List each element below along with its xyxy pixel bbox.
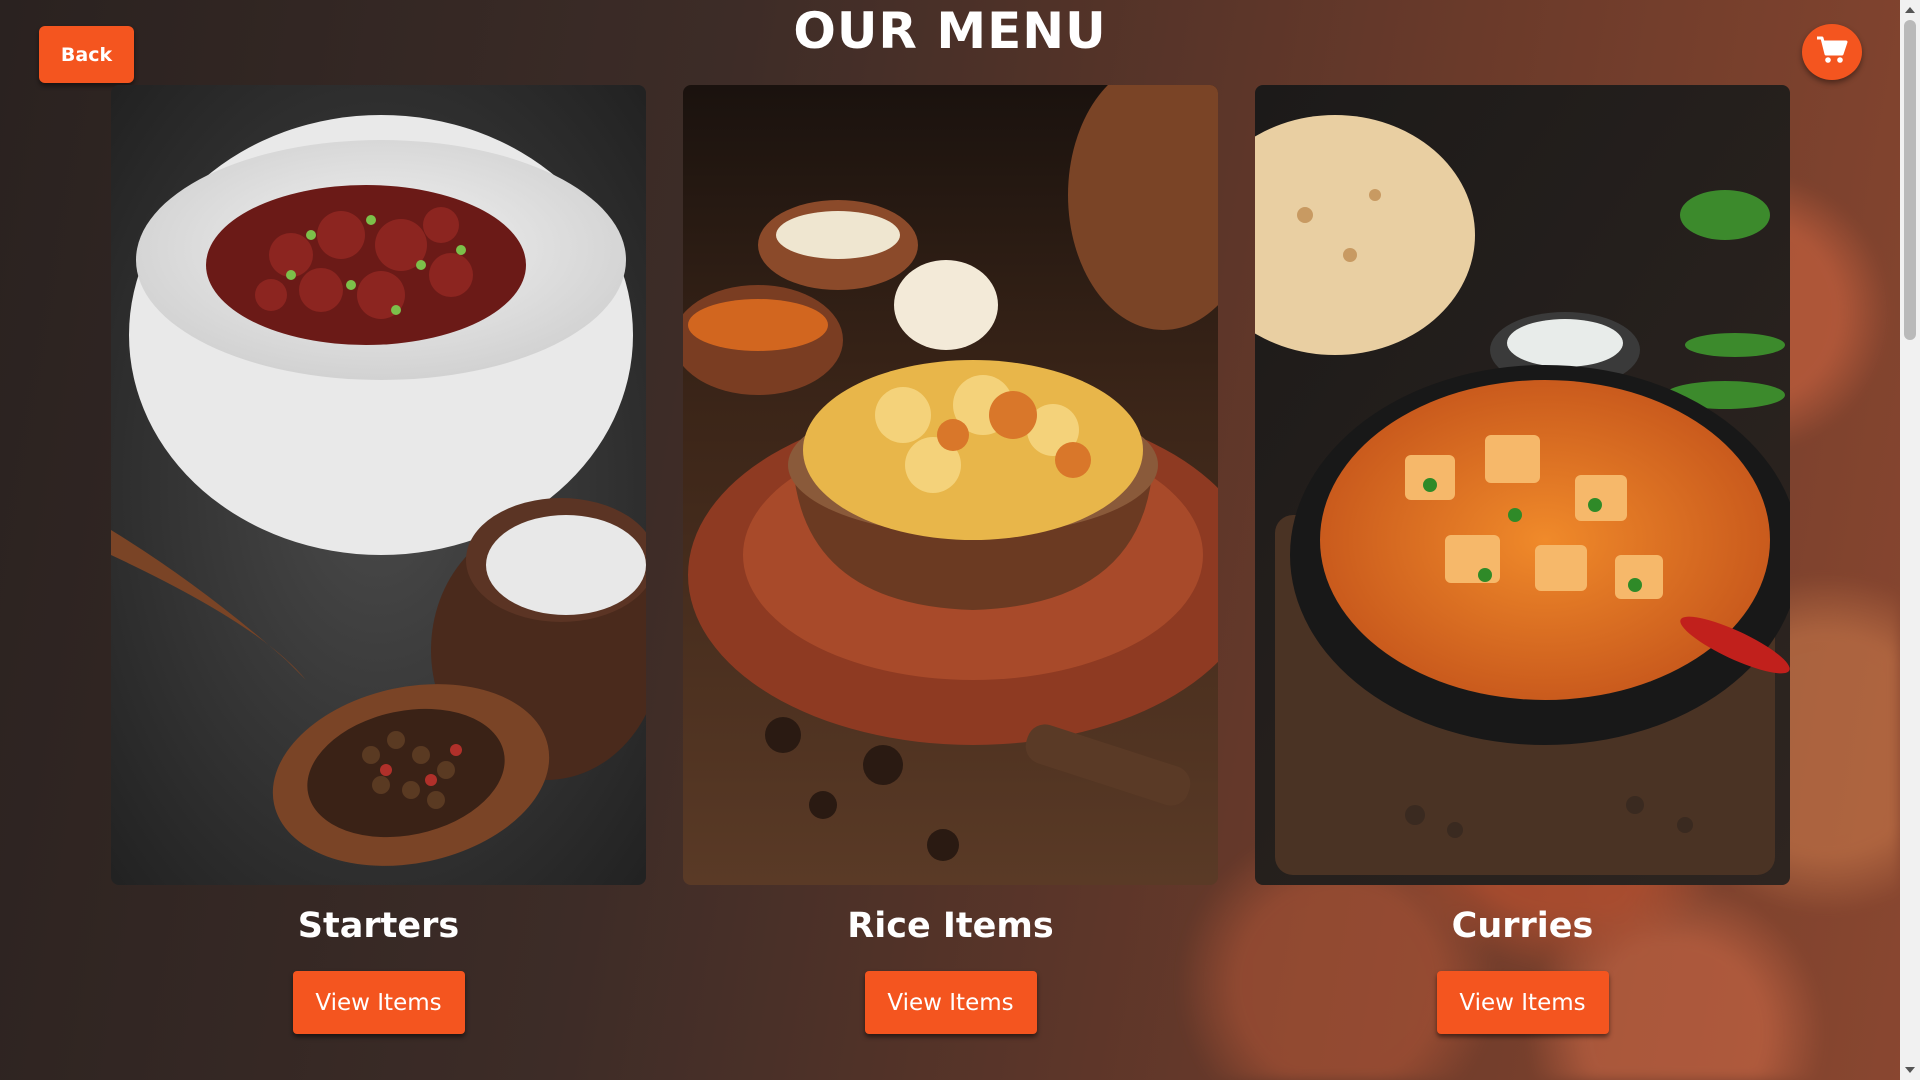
category-card-rice-items: Rice Items View Items <box>683 85 1218 1034</box>
scroll-thumb[interactable] <box>1904 20 1916 340</box>
shopping-cart-icon <box>1816 35 1848 70</box>
category-card-starters: Starters View Items <box>111 85 646 1034</box>
starters-image <box>111 85 646 885</box>
category-cards: Starters View Items Rice Items View Item… <box>111 85 1790 1034</box>
scroll-down-arrow-icon[interactable] <box>1905 1067 1915 1073</box>
scroll-up-arrow-icon[interactable] <box>1905 7 1915 13</box>
view-items-button[interactable]: View Items <box>1436 971 1609 1034</box>
vertical-scrollbar[interactable] <box>1900 0 1920 1080</box>
rice-items-image <box>683 85 1218 885</box>
view-items-button[interactable]: View Items <box>292 971 465 1034</box>
category-card-curries: Curries View Items <box>1255 85 1790 1034</box>
page-title: OUR MENU <box>793 2 1107 60</box>
card-title: Rice Items <box>847 906 1054 946</box>
card-title: Starters <box>297 906 460 946</box>
view-items-button[interactable]: View Items <box>864 971 1037 1034</box>
cart-button[interactable] <box>1802 24 1862 80</box>
card-title: Curries <box>1451 906 1594 946</box>
back-button[interactable]: Back <box>39 26 134 83</box>
curries-image <box>1255 85 1790 885</box>
